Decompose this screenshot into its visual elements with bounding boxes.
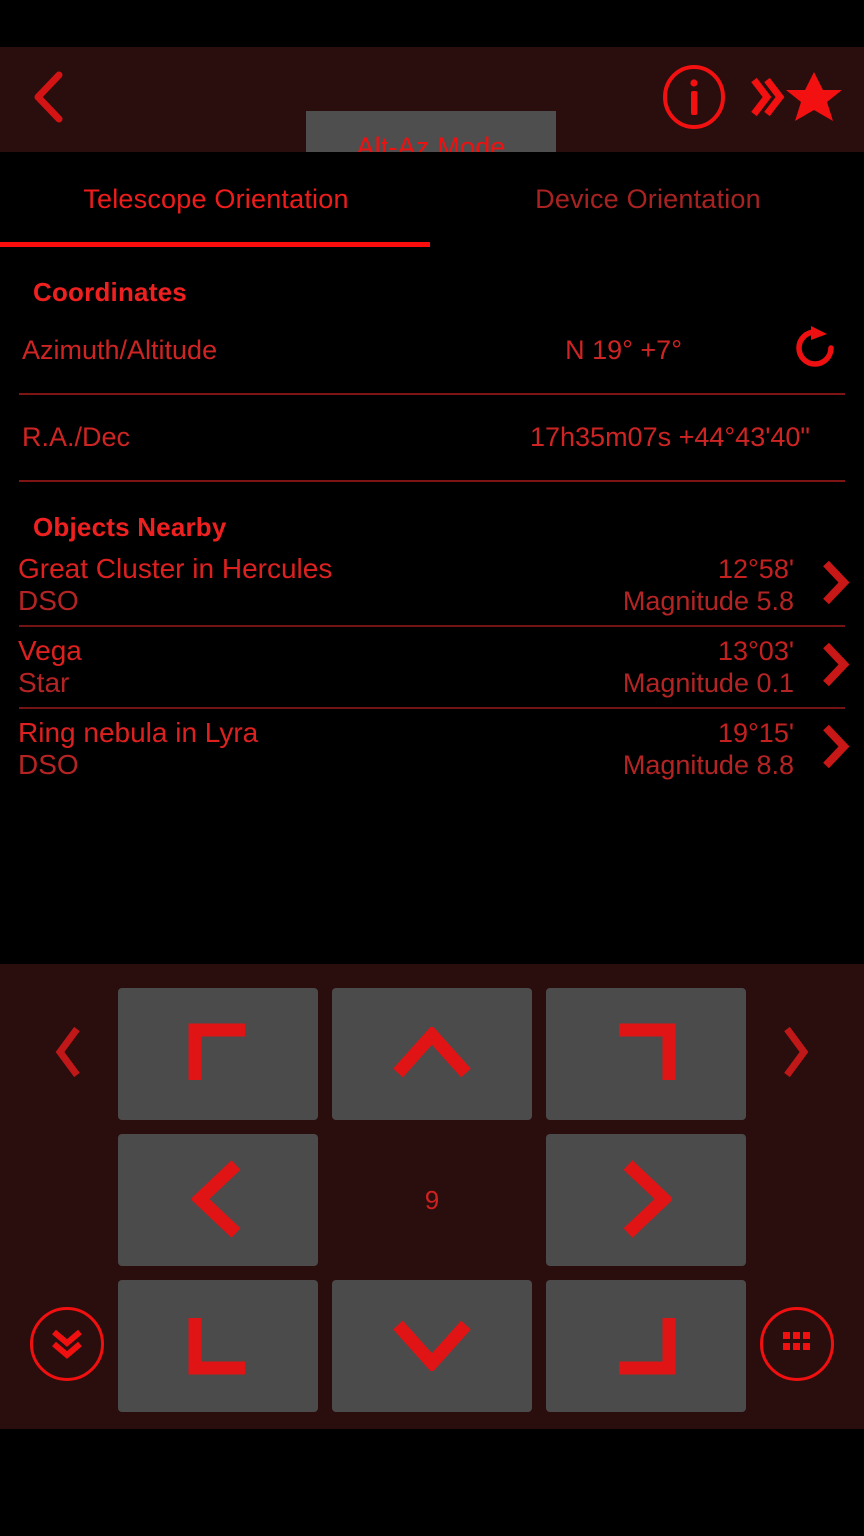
chevron-left-icon [31, 70, 65, 129]
object-distance: 19°15' [717, 718, 794, 748]
chevron-down-icon [392, 1319, 472, 1374]
move-bottom-right-button[interactable] [546, 1280, 746, 1412]
object-type: DSO [18, 585, 79, 616]
list-item[interactable]: Great Cluster in Hercules 12°58' DSO Mag… [0, 545, 864, 625]
grid-apps-icon [778, 1324, 816, 1365]
move-down-button[interactable] [332, 1280, 532, 1412]
coordinate-row-azimuth-altitude[interactable]: Azimuth/Altitude N 19° +7° [0, 308, 864, 393]
move-top-left-button[interactable] [118, 988, 318, 1120]
system-navigation-bar [0, 1429, 864, 1536]
app-screen: Alt-Az Mode Telescope Orientation Device… [0, 0, 864, 1536]
back-button[interactable] [0, 47, 96, 152]
chevron-right-icon [820, 560, 850, 611]
corner-top-right-icon [615, 1022, 677, 1087]
move-up-button[interactable] [332, 988, 532, 1120]
orientation-tabs: Telescope Orientation Device Orientation [0, 152, 864, 247]
chevron-left-icon [190, 1159, 244, 1242]
tab-device-orientation-label: Device Orientation [535, 184, 761, 214]
content-area: Coordinates Azimuth/Altitude N 19° +7° R… [0, 247, 864, 964]
object-secondary-line: Star Magnitude 0.1 [18, 667, 794, 699]
move-right-button[interactable] [546, 1134, 746, 1266]
object-name: Vega [18, 635, 82, 666]
corner-bottom-right-icon [615, 1314, 677, 1379]
object-type: DSO [18, 749, 79, 780]
speed-indicator: 9 [332, 1134, 532, 1266]
object-secondary-line: DSO Magnitude 8.8 [18, 749, 794, 781]
tab-telescope-orientation-label: Telescope Orientation [83, 184, 349, 214]
favorites-button[interactable] [750, 68, 848, 131]
refresh-button[interactable] [788, 324, 842, 378]
object-type: Star [18, 667, 70, 698]
list-item[interactable]: Vega 13°03' Star Magnitude 0.1 [0, 627, 864, 707]
object-magnitude: Magnitude 8.8 [622, 750, 794, 780]
direction-pad-grid: 9 [118, 988, 746, 1412]
telescope-control-pad: 9 [0, 964, 864, 1429]
double-chevron-star-icon [750, 68, 842, 131]
chevron-up-icon [392, 1024, 472, 1082]
coordinate-row-ra-dec[interactable]: R.A./Dec 17h35m07s +44°43'40" [0, 395, 864, 480]
apps-menu-button[interactable] [760, 1307, 834, 1381]
object-primary-line: Great Cluster in Hercules 12°58' [18, 553, 794, 585]
object-secondary-line: DSO Magnitude 5.8 [18, 585, 794, 617]
object-name: Great Cluster in Hercules [18, 553, 333, 584]
app-header: Alt-Az Mode [0, 47, 864, 184]
coordinate-value: 17h35m07s +44°43'40" [529, 422, 810, 452]
move-bottom-left-button[interactable] [118, 1280, 318, 1412]
pan-right-button[interactable] [772, 1004, 820, 1104]
coordinate-label: R.A./Dec [22, 422, 131, 452]
object-magnitude: Magnitude 0.1 [622, 668, 794, 698]
object-primary-line: Vega 13°03' [18, 635, 794, 667]
object-magnitude: Magnitude 5.8 [622, 586, 794, 616]
coordinate-label: Azimuth/Altitude [22, 335, 218, 365]
collapse-panel-button[interactable] [30, 1307, 104, 1381]
move-left-button[interactable] [118, 1134, 318, 1266]
move-top-right-button[interactable] [546, 988, 746, 1120]
corner-top-left-icon [187, 1022, 249, 1087]
chevron-right-icon [620, 1159, 674, 1242]
speed-value: 9 [424, 1184, 440, 1215]
chevron-right-icon [820, 642, 850, 693]
pan-left-button[interactable] [44, 1004, 92, 1104]
chevron-right-icon [820, 724, 850, 775]
list-item[interactable]: Ring nebula in Lyra 19°15' DSO Magnitude… [0, 709, 864, 789]
double-chevron-down-icon [46, 1322, 88, 1367]
status-bar [0, 0, 864, 47]
chevron-left-icon [51, 1023, 85, 1086]
refresh-icon [790, 323, 840, 378]
object-distance: 13°03' [717, 636, 794, 666]
chevron-right-icon [779, 1023, 813, 1086]
info-circle-icon [661, 64, 727, 135]
object-name: Ring nebula in Lyra [18, 717, 259, 748]
coordinates-section-title: Coordinates [33, 277, 187, 307]
tab-device-orientation[interactable]: Device Orientation [432, 152, 864, 247]
object-primary-line: Ring nebula in Lyra 19°15' [18, 717, 794, 749]
corner-bottom-left-icon [187, 1314, 249, 1379]
objects-nearby-list: Great Cluster in Hercules 12°58' DSO Mag… [0, 545, 864, 789]
header-actions [660, 47, 848, 152]
object-distance: 12°58' [717, 554, 794, 584]
tab-telescope-orientation[interactable]: Telescope Orientation [0, 152, 432, 247]
objects-nearby-section-title: Objects Nearby [33, 512, 227, 542]
info-button[interactable] [660, 64, 728, 135]
